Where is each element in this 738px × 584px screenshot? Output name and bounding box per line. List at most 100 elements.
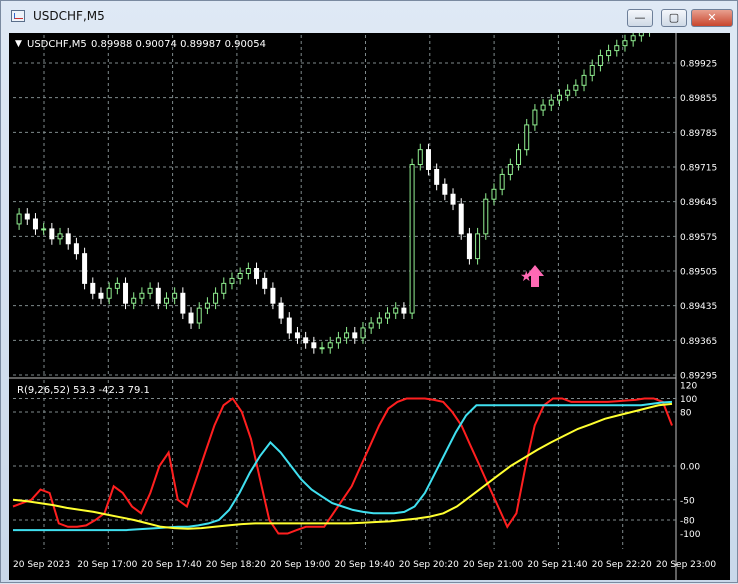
candle-body: [188, 312, 194, 324]
candle-body: [516, 149, 522, 166]
candle-body: [417, 149, 423, 166]
candle-body: [475, 233, 481, 260]
time-label: 20 Sep 21:40: [527, 560, 587, 570]
close-button[interactable]: ✕: [691, 9, 733, 27]
candle-body: [24, 213, 30, 220]
candle-body: [548, 99, 554, 106]
candle-body: [556, 94, 562, 101]
maximize-button[interactable]: ▢: [661, 9, 687, 27]
candle-body: [327, 342, 333, 349]
candle-body: [65, 233, 71, 245]
candle-body: [614, 45, 620, 52]
candle-body: [319, 347, 325, 350]
candle-body: [229, 277, 235, 284]
candle-body: [483, 198, 489, 235]
candle-body: [573, 84, 579, 91]
candle-body: [466, 233, 472, 260]
candle-body: [311, 342, 317, 349]
indicator-scale-label: 0.00: [680, 463, 700, 473]
chart-window: USDCHF,M5 — ▢ ✕ ★ ▼ USDCHF,M5 0.89988 0.…: [0, 0, 738, 583]
candlestick-series: [16, 0, 669, 354]
time-axis: 20 Sep 2023 20 Sep 17:00 20 Sep 17:40 20 Se…: [13, 560, 716, 570]
candle-body: [57, 233, 63, 240]
candle-body: [245, 268, 251, 274]
candle-body: [491, 188, 497, 200]
candle-body: [597, 55, 603, 66]
candle-body: [90, 282, 96, 294]
candle-body: [106, 287, 112, 299]
price-label: 0.89785: [680, 129, 717, 139]
candle-body: [606, 50, 612, 57]
candle-body: [335, 337, 341, 344]
price-label: 0.89295: [680, 372, 717, 382]
candle-body: [434, 168, 440, 185]
candle-body: [213, 292, 219, 304]
price-label: 0.89925: [680, 60, 717, 70]
candle-body: [638, 30, 644, 37]
candle-body: [344, 332, 350, 339]
time-label: 20 Sep 17:40: [142, 560, 202, 570]
time-label: 20 Sep 19:00: [270, 560, 330, 570]
time-label: 20 Sep 20:20: [399, 560, 459, 570]
indicator-scale-label: 120: [680, 382, 697, 392]
candle-body: [507, 164, 513, 175]
candle-body: [450, 193, 456, 205]
candle-body: [41, 228, 47, 231]
price-label: 0.89505: [680, 268, 717, 278]
window-title: USDCHF,M5: [33, 9, 105, 23]
price-label: 0.89645: [680, 198, 717, 208]
time-label: 20 Sep 19:40: [335, 560, 395, 570]
candle-body: [114, 282, 120, 289]
candle-body: [32, 218, 38, 230]
candle-body: [98, 292, 104, 299]
candle-body: [524, 124, 530, 151]
candle-body: [172, 292, 178, 299]
candle-body: [442, 183, 448, 195]
time-label: 20 Sep 18:20: [206, 560, 266, 570]
candle-body: [139, 292, 145, 299]
price-axis: 0.89925 0.89855 0.89785 0.89715 0.89645 0.895…: [680, 60, 717, 382]
time-label: 20 Sep 17:00: [77, 560, 137, 570]
candle-body: [147, 287, 153, 294]
candle-body: [458, 203, 464, 235]
indicator-scale-label: 80: [680, 409, 692, 419]
candle-body: [278, 302, 284, 319]
time-label: 20 Sep 22:20: [592, 560, 652, 570]
indicator-scale-label: 100: [680, 395, 697, 405]
ohlc-values: 0.89988 0.90074 0.89987 0.90054: [91, 39, 266, 50]
candle-body: [163, 297, 169, 304]
chart-canvas[interactable]: ★ ▼ USDCHF,M5 0.89988 0.90074 0.89987 0.…: [9, 0, 730, 580]
indicator-axis: 120 100 80 0.00 -50 -80 -100: [680, 382, 701, 541]
candle-body: [499, 173, 505, 190]
candle-body: [196, 307, 202, 324]
candle-body: [589, 64, 595, 76]
minimize-button[interactable]: —: [627, 9, 653, 27]
candle-body: [532, 109, 538, 126]
candle-body: [73, 243, 79, 255]
symbol-dropdown-icon[interactable]: ▼: [15, 39, 22, 49]
price-label: 0.89855: [680, 94, 717, 104]
candle-body: [82, 253, 88, 284]
candle-body: [581, 74, 587, 86]
title-bar[interactable]: USDCHF,M5 — ▢ ✕: [1, 1, 737, 31]
chart-window-icon: [11, 10, 25, 22]
candle-body: [237, 272, 243, 279]
candle-body: [385, 312, 391, 319]
price-label: 0.89365: [680, 337, 717, 347]
signal-star-icon: ★: [520, 269, 533, 285]
price-label: 0.89715: [680, 164, 717, 174]
indicator-scale-label: -100: [680, 530, 701, 540]
indicator-scale-label: -80: [680, 517, 695, 527]
chart-area[interactable]: ★ ▼ USDCHF,M5 0.89988 0.90074 0.89987 0.…: [9, 0, 730, 580]
candle-body: [286, 317, 292, 334]
candle-body: [131, 297, 137, 304]
time-label: 20 Sep 21:00: [463, 560, 523, 570]
candle-body: [221, 282, 227, 294]
indicator-label: R(9,26,52) 53.3 -42.3 79.1: [17, 385, 150, 396]
price-label: 0.89575: [680, 233, 717, 243]
candle-body: [49, 228, 55, 240]
symbol-label: USDCHF,M5: [27, 39, 87, 50]
candle-body: [425, 149, 431, 170]
time-label: 20 Sep 2023: [13, 560, 70, 570]
candle-body: [303, 337, 309, 344]
